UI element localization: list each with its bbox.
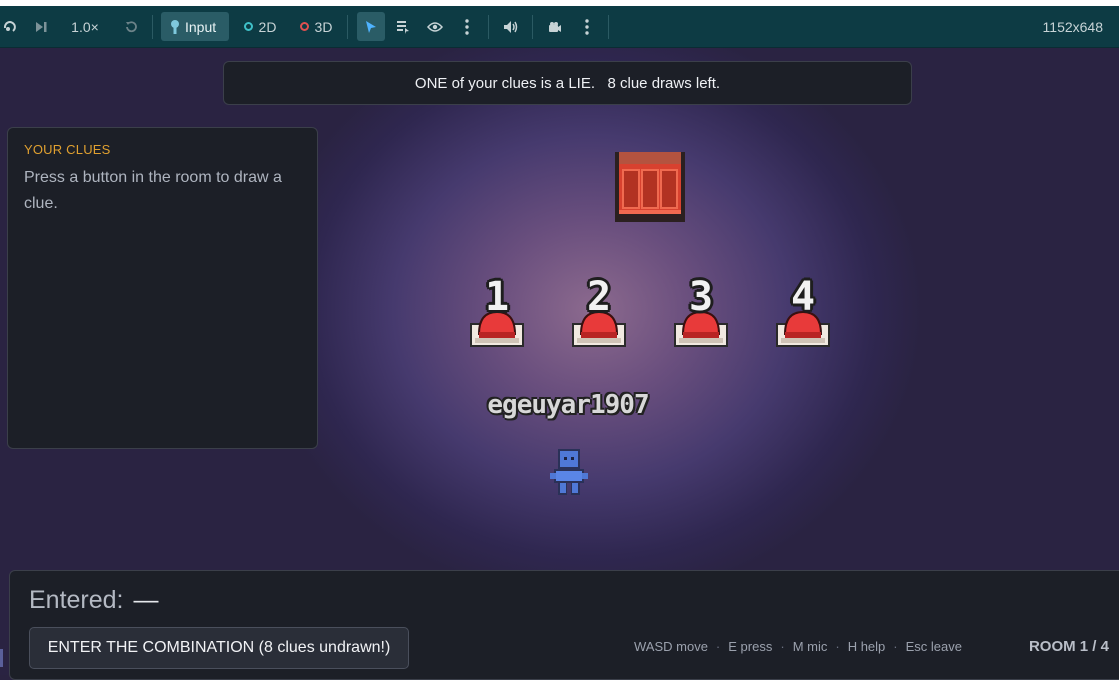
banner-text: ONE of your clues is a LIE. 8 clue draws…	[414, 74, 721, 92]
button-number: 1	[484, 274, 510, 320]
speed-selector[interactable]: 1.0×	[62, 6, 108, 47]
remote-debug-icon[interactable]	[0, 6, 20, 47]
player-name-tag: egeuyar1907	[487, 390, 649, 420]
clues-panel-body: Press a button in the room to draw a clu…	[24, 169, 282, 212]
combination-panel: Entered: — ENTER THE COMBINATION (8 clues…	[9, 570, 1119, 680]
hint-move: WASD move	[634, 639, 708, 654]
cursor-arrow-icon	[366, 20, 376, 33]
more-options-icon[interactable]	[578, 6, 596, 47]
resolution-label: 1152x648	[1042, 18, 1103, 35]
toolbar-divider	[532, 15, 533, 39]
speaker-icon[interactable]	[500, 6, 522, 47]
select-tool-button[interactable]	[357, 12, 385, 41]
hint-mic: M mic	[792, 639, 828, 654]
editor-toolbar: 1.0× Input 2D 3D 1152x648	[0, 6, 1119, 48]
button-number: 3	[688, 274, 714, 320]
entered-display: Entered: —	[29, 586, 159, 615]
entered-value: —	[133, 586, 159, 614]
clues-panel-title: YOUR CLUES	[24, 142, 111, 157]
room-counter: ROOM 1 / 4	[1028, 638, 1109, 655]
player-character	[550, 449, 588, 502]
joystick-icon	[171, 19, 179, 34]
hint-help: H help	[847, 639, 886, 654]
toolbar-divider	[488, 15, 489, 39]
camera-icon[interactable]	[544, 6, 566, 47]
more-options-icon[interactable]	[458, 6, 476, 47]
toolbar-divider	[608, 15, 609, 39]
step-frame-icon[interactable]	[30, 6, 52, 47]
clues-panel: YOUR CLUES Press a button in the room to…	[7, 127, 318, 449]
lie-warning-banner: ONE of your clues is a LIE. 8 clue draws…	[223, 61, 912, 105]
floor-button-4[interactable]: 4	[776, 276, 830, 348]
exit-door[interactable]	[615, 152, 685, 222]
toolbar-divider	[152, 15, 153, 39]
toolbar-divider	[347, 15, 348, 39]
list-tool-icon[interactable]	[392, 6, 414, 47]
floor-button-1[interactable]: 1	[470, 276, 524, 348]
button-number: 4	[790, 274, 816, 320]
reset-icon[interactable]	[120, 6, 142, 47]
mode-3d-label: 3D	[314, 18, 333, 35]
visibility-eye-icon[interactable]	[424, 6, 446, 47]
enter-combination-button[interactable]: ENTER THE COMBINATION (8 clues undrawn!)	[29, 627, 409, 669]
input-mode-button[interactable]: Input	[161, 12, 229, 41]
controls-hints: WASD move · E press · M mic · H help · Esc leave	[634, 639, 962, 654]
mode-2d-label: 2D	[258, 18, 277, 35]
floor-button-2[interactable]: 2	[572, 276, 626, 348]
hint-press: E press	[728, 639, 773, 654]
hint-leave: Esc leave	[905, 639, 962, 654]
mode-2d-button[interactable]: 2D	[240, 6, 280, 47]
edge-marker	[0, 647, 8, 669]
floor-button-3[interactable]: 3	[674, 276, 728, 348]
speed-label: 1.0×	[71, 18, 99, 35]
input-mode-label: Input	[185, 18, 217, 35]
ring-3d-icon	[299, 22, 309, 31]
ring-2d-icon	[243, 22, 253, 31]
mode-3d-button[interactable]: 3D	[296, 6, 336, 47]
button-number: 2	[586, 274, 612, 320]
entered-label: Entered:	[29, 586, 124, 614]
